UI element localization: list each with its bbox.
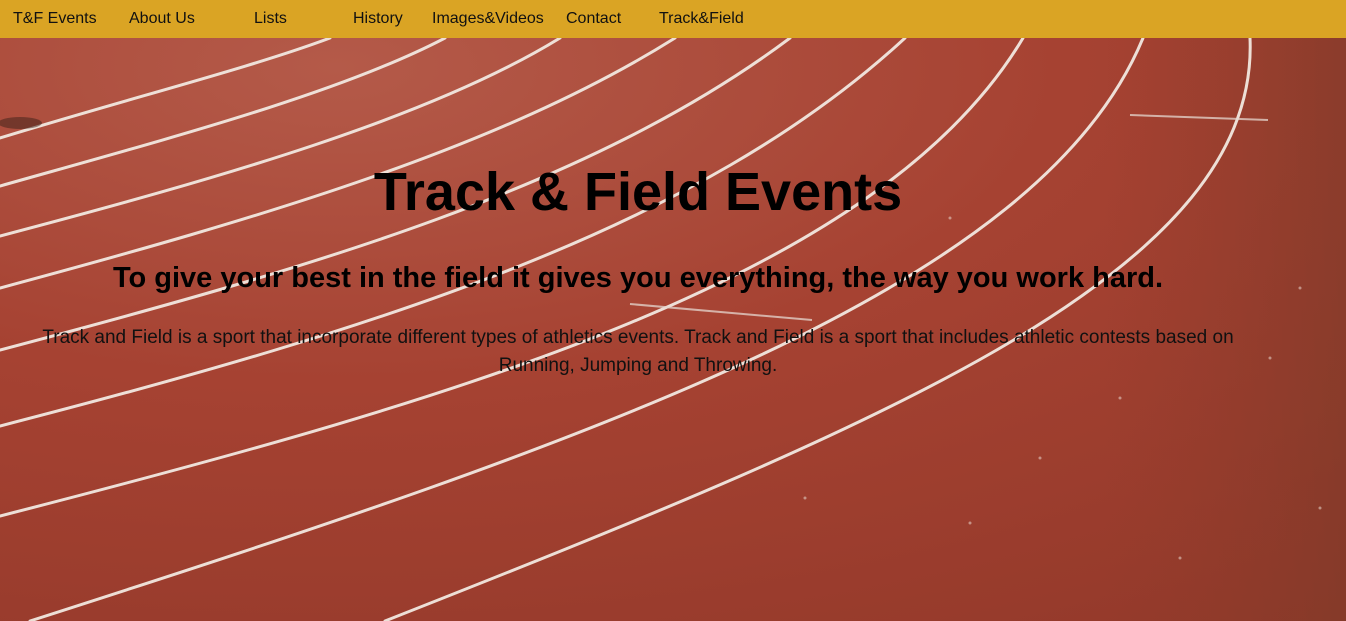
nav-link-history[interactable]: History [353,0,403,37]
nav-link-contact[interactable]: Contact [566,0,621,37]
nav-link-tf-events[interactable]: T&F Events [13,0,97,37]
top-navbar: T&F Events About Us Lists History Images… [0,0,1346,38]
nav-link-images-videos[interactable]: Images&Videos [432,0,544,37]
hero-section: Track & Field Events To give your best i… [0,38,1346,621]
nav-link-lists[interactable]: Lists [254,0,287,37]
nav-link-track-field[interactable]: Track&Field [659,0,744,37]
hero-description: Track and Field is a sport that incorpor… [42,327,1234,376]
hero-subtitle: To give your best in the field it gives … [112,262,1164,294]
page: T&F Events About Us Lists History Images… [0,0,1346,621]
nav-link-about-us[interactable]: About Us [129,0,195,37]
page-title: Track & Field Events [373,162,903,222]
